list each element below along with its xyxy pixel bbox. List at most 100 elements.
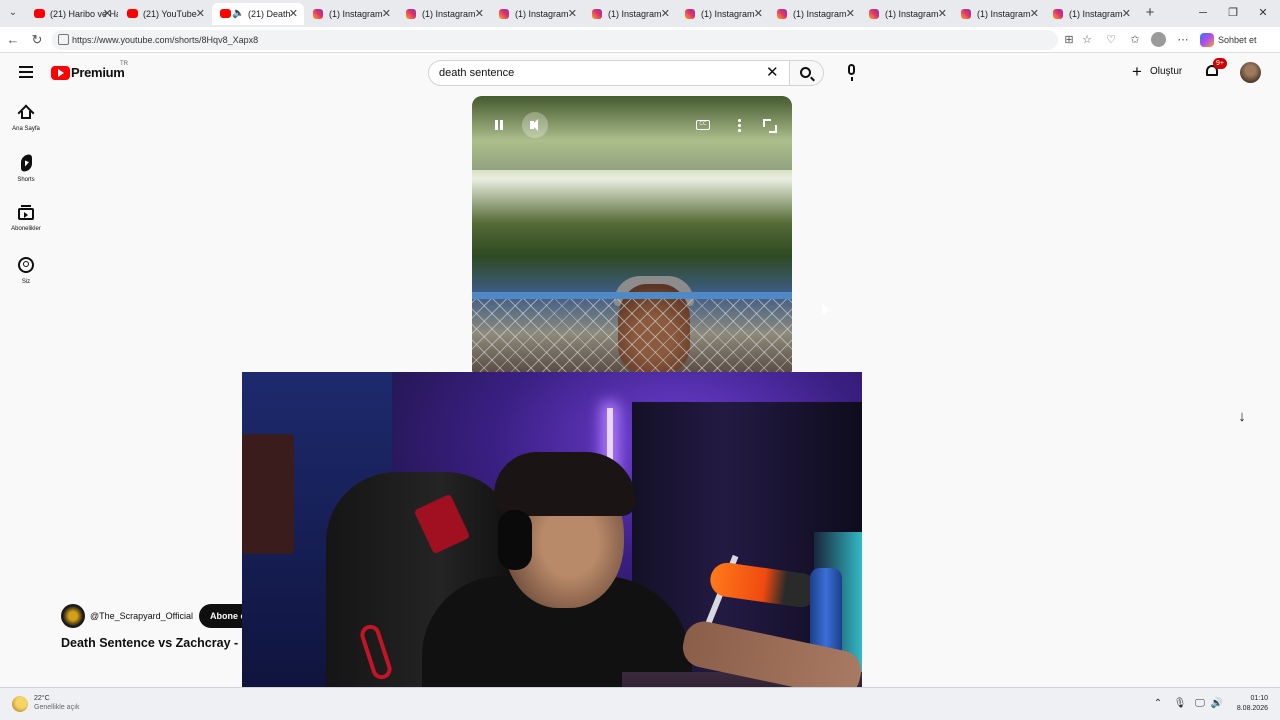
close-tab-icon[interactable]: ✕ <box>938 3 947 25</box>
close-tab-icon[interactable]: ✕ <box>103 3 112 25</box>
browser-profile-avatar[interactable] <box>1151 32 1166 47</box>
more-options-icon[interactable]: ⋯ <box>1175 32 1191 48</box>
subscriptions-icon <box>18 205 34 220</box>
volume-icon[interactable] <box>522 112 548 138</box>
network-icon[interactable]: 🖵 <box>1193 697 1207 711</box>
browser-tab[interactable]: (1) Instagram ✕ <box>305 3 397 25</box>
app-available-icon[interactable]: ⊞ <box>1061 32 1077 48</box>
browser-tab-strip: ⌄ (21) Haribo ve Ha ✕ (21) YouTube ✕ 🔈 (… <box>0 0 1280 27</box>
browser-tab[interactable]: (1) Instagram ✕ <box>769 3 861 25</box>
captions-icon[interactable]: CC <box>692 116 716 134</box>
weather-icon[interactable] <box>12 696 28 712</box>
headset <box>498 510 532 570</box>
system-clock[interactable]: 01:10 8.08.2026 <box>1232 694 1268 714</box>
channel-name[interactable]: @The_Scrapyard_Official <box>90 604 193 628</box>
shorts-icon <box>20 152 32 174</box>
instagram-icon <box>685 9 695 19</box>
logo-text: Premium <box>71 65 125 80</box>
guide-item-subscriptions[interactable]: Abonelikler <box>0 205 52 232</box>
weather-description: Genellikle açık <box>34 704 80 711</box>
microphone-stand <box>851 77 853 81</box>
voice-search-button[interactable] <box>842 62 862 84</box>
new-tab-button[interactable]: + <box>1142 3 1158 23</box>
tab-audio-icon[interactable]: 🔈 <box>232 3 244 25</box>
instagram-icon <box>313 9 323 19</box>
browser-tab[interactable]: (1) Instagram ✕ <box>677 3 769 25</box>
guide-item-you[interactable]: Siz <box>0 257 52 285</box>
minimize-window-button[interactable]: ─ <box>1188 2 1218 24</box>
site-info-icon[interactable] <box>58 34 69 45</box>
shorts-video-player[interactable]: CC <box>472 96 792 372</box>
browser-tab-active[interactable]: 🔈 (21) Death ✕ <box>212 3 304 25</box>
tab-title: (1) Instagram <box>515 9 569 19</box>
clock-time: 01:10 <box>1250 695 1268 702</box>
close-tab-icon[interactable]: ✕ <box>661 3 670 25</box>
close-tab-icon[interactable]: ✕ <box>475 3 484 25</box>
microphone-tray-icon[interactable]: 🎙 <box>1173 697 1187 711</box>
close-tab-icon[interactable]: ✕ <box>289 3 298 25</box>
browser-tab[interactable]: (1) Instagram ✕ <box>491 3 583 25</box>
guide-item-shorts[interactable]: Shorts <box>0 152 52 183</box>
close-tab-icon[interactable]: ✕ <box>382 3 391 25</box>
pause-icon[interactable] <box>486 112 512 138</box>
weather-widget[interactable]: 22°C Genellikle açık <box>34 694 80 712</box>
tab-title: (1) Instagram <box>701 9 755 19</box>
youtube-icon <box>127 9 138 18</box>
close-tab-icon[interactable]: ✕ <box>846 3 855 25</box>
fullscreen-icon[interactable] <box>756 112 782 138</box>
notification-badge: 9+ <box>1213 58 1227 69</box>
browser-tab[interactable]: (1) Instagram ✕ <box>953 3 1045 25</box>
close-tab-icon[interactable]: ✕ <box>1030 3 1039 25</box>
url-text[interactable]: https://www.youtube.com/shorts/8Hqv8_Xap… <box>72 30 258 50</box>
browser-tab[interactable]: (1) Instagram ✕ <box>861 3 953 25</box>
browser-toolbar: ← ↻ https://www.youtube.com/shorts/8Hqv8… <box>0 27 1280 53</box>
tab-title: (1) Instagram <box>977 9 1031 19</box>
tab-actions-menu-icon[interactable]: ⌄ <box>4 4 22 22</box>
browser-tab[interactable]: (1) Instagram ✕ <box>584 3 676 25</box>
tab-title: (1) Instagram <box>608 9 662 19</box>
clock-date: 8.08.2026 <box>1236 705 1268 712</box>
close-tab-icon[interactable]: ✕ <box>754 3 763 25</box>
browser-tab[interactable]: (1) Instagram ✕ <box>1045 3 1137 25</box>
browser-tab[interactable]: (1) Instagram ✕ <box>398 3 490 25</box>
streamer-hair <box>494 452 636 516</box>
guide-label: Abonelikler <box>11 226 41 232</box>
copilot-label: Sohbet et <box>1218 35 1257 45</box>
notifications-button[interactable]: 9+ <box>1204 58 1227 79</box>
youtube-icon <box>220 9 231 18</box>
speaker-icon[interactable]: 🔊 <box>1210 697 1224 711</box>
copilot-icon <box>1200 33 1214 47</box>
close-tab-icon[interactable]: ✕ <box>1122 3 1131 25</box>
search-button[interactable] <box>790 60 824 86</box>
close-tab-icon[interactable]: ✕ <box>568 3 577 25</box>
restore-window-button[interactable]: ❐ <box>1218 2 1248 24</box>
instagram-icon <box>406 9 416 19</box>
short-title[interactable]: Death Sentence vs Zachcray - <box>61 636 238 650</box>
weather-temperature: 22°C <box>34 695 50 702</box>
close-window-button[interactable]: ✕ <box>1248 2 1278 24</box>
close-tab-icon[interactable]: ✕ <box>196 3 205 25</box>
logo-region: TR <box>120 61 128 67</box>
instagram-icon <box>777 9 787 19</box>
search-input[interactable] <box>439 61 739 85</box>
guide-menu-icon[interactable] <box>19 66 33 78</box>
browser-tab[interactable]: (21) Haribo ve Ha ✕ <box>26 3 118 25</box>
favorites-icon[interactable]: ✩ <box>1127 32 1143 48</box>
clear-search-icon[interactable]: ✕ <box>766 61 779 85</box>
more-vert-icon[interactable] <box>726 112 752 138</box>
back-arrow-icon[interactable]: ← <box>4 31 22 49</box>
copilot-button[interactable]: Sohbet et <box>1198 30 1257 50</box>
next-short-arrow-icon[interactable]: ↓ <box>1230 405 1254 429</box>
youtube-icon <box>34 9 45 18</box>
create-button[interactable]: + Oluştur <box>1128 60 1182 84</box>
show-hidden-icons-chevron-icon[interactable]: ⌃ <box>1151 697 1165 711</box>
browser-tab[interactable]: (21) YouTube ✕ <box>119 3 211 25</box>
browser-essentials-icon[interactable]: ♡ <box>1103 32 1119 48</box>
address-bar[interactable]: https://www.youtube.com/shorts/8Hqv8_Xap… <box>52 30 1058 50</box>
guide-item-home[interactable]: Ana Sayfa <box>0 104 52 132</box>
reload-icon[interactable]: ↻ <box>28 31 46 49</box>
favorite-star-icon[interactable]: ☆ <box>1079 32 1095 48</box>
channel-avatar[interactable] <box>61 604 85 628</box>
account-avatar[interactable] <box>1240 62 1261 83</box>
instagram-icon <box>499 9 509 19</box>
